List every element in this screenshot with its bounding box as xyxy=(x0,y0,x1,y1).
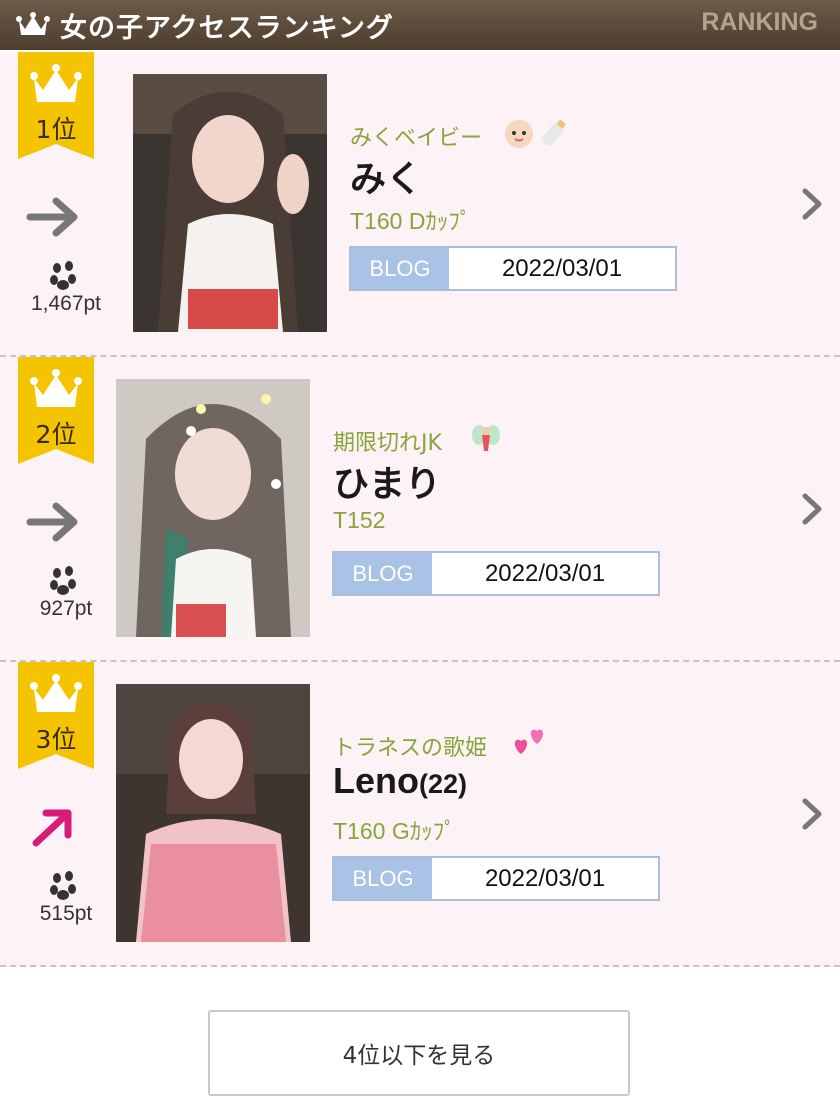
blog-date: 2022/03/01 xyxy=(501,254,623,282)
spec: T152 xyxy=(333,507,386,533)
profile-photo[interactable] xyxy=(133,74,327,332)
fairy-emoji-icon xyxy=(472,425,500,451)
chevron-right-icon[interactable] xyxy=(800,186,824,222)
catch-copy: トラネスの歌姫 xyxy=(333,736,488,761)
name: みく xyxy=(350,158,423,199)
profile-photo[interactable] xyxy=(116,684,310,942)
blog-button[interactable]: BLOG xyxy=(334,858,432,899)
baby-emoji-icon xyxy=(505,119,566,148)
catch-copy: 期限切れJK xyxy=(333,431,442,456)
crown-icon xyxy=(16,10,50,40)
blog-link[interactable]: BLOG 2022/03/01 xyxy=(349,246,677,291)
header-title: 女の子アクセスランキング xyxy=(60,12,394,44)
blog-button[interactable]: BLOG xyxy=(351,248,449,289)
header-sub: RANKING xyxy=(701,8,818,36)
rank-label: 1位 xyxy=(35,115,77,144)
rank-label: 2位 xyxy=(35,420,77,449)
view-more-button[interactable]: 4位以下を見る xyxy=(208,1010,630,1096)
name: ひまり xyxy=(333,463,442,504)
blog-date: 2022/03/01 xyxy=(484,559,606,587)
ranking-list: 1位 1,467pt みくベイビー みく T160 Dｶｯﾌﾟ BLOG 202… xyxy=(0,52,840,967)
blog-button[interactable]: BLOG xyxy=(334,553,432,594)
ranking-row[interactable]: 3位 515pt トラネスの歌姫 Leno(22) T160 Gｶｯﾌﾟ BLO… xyxy=(0,662,840,967)
chevron-right-icon[interactable] xyxy=(800,796,824,832)
points: 1,467pt xyxy=(30,292,102,315)
profile-photo[interactable] xyxy=(116,379,310,637)
rank-badge: 2位 xyxy=(18,357,94,464)
blog-link[interactable]: BLOG 2022/03/01 xyxy=(332,551,660,596)
points: 515pt xyxy=(39,902,93,925)
name: Leno(22) xyxy=(333,760,468,801)
arrow-right-icon xyxy=(26,502,78,542)
two-hearts-emoji-icon xyxy=(514,729,544,754)
blog-link[interactable]: BLOG 2022/03/01 xyxy=(332,856,660,901)
rank-badge: 1位 xyxy=(18,52,94,159)
paw-icon xyxy=(50,261,76,290)
catch-copy: みくベイビー xyxy=(350,126,483,151)
ranking-row[interactable]: 1位 1,467pt みくベイビー みく T160 Dｶｯﾌﾟ BLOG 202… xyxy=(0,52,840,357)
arrow-up-right-icon xyxy=(32,809,72,847)
points: 927pt xyxy=(39,597,93,620)
spec: T160 Dｶｯﾌﾟ xyxy=(350,208,472,234)
paw-icon xyxy=(50,566,76,595)
rank-label: 3位 xyxy=(35,725,77,754)
spec: T160 Gｶｯﾌﾟ xyxy=(333,818,456,844)
ranking-header: 女の子アクセスランキング RANKING xyxy=(0,0,840,50)
rank-badge: 3位 xyxy=(18,662,94,769)
blog-date: 2022/03/01 xyxy=(484,864,606,892)
ranking-row[interactable]: 2位 927pt 期限切れJK ひまり T152 BLOG 2022/03/01 xyxy=(0,357,840,662)
chevron-right-icon[interactable] xyxy=(800,491,824,527)
arrow-right-icon xyxy=(26,197,78,237)
paw-icon xyxy=(50,871,76,900)
